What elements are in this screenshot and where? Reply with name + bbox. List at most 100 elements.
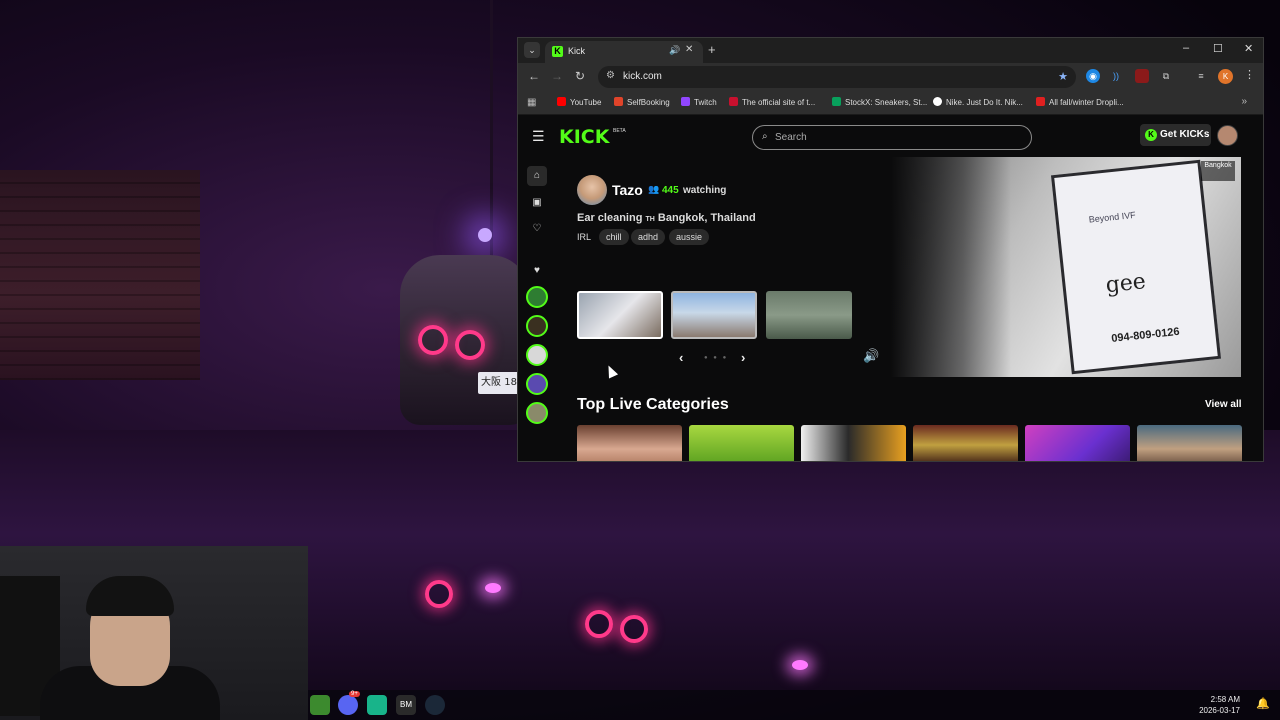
maximize-button[interactable]: ☐ — [1213, 42, 1223, 55]
discord-icon[interactable]: 9+ — [338, 691, 360, 715]
webcam-person-hair — [86, 576, 174, 616]
light-reflection — [792, 660, 808, 670]
discord-badge: 9+ — [349, 691, 360, 697]
bookmark-star-icon[interactable]: ★ — [1058, 70, 1068, 83]
browser-tab[interactable]: K Kick 🔊 ✕ — [545, 41, 703, 63]
flag-th-icon: TH — [645, 216, 655, 223]
background-building — [0, 170, 200, 380]
bookmark-official-site[interactable]: The official site of t... — [729, 97, 815, 107]
recorder-extension-icon[interactable] — [1135, 69, 1149, 83]
carousel-thumbnail[interactable] — [671, 291, 757, 339]
stream-tag[interactable]: chill — [599, 229, 629, 245]
street-lamp — [478, 228, 492, 242]
browser-menu-icon[interactable]: ⋮ — [1244, 68, 1255, 81]
hamburger-menu-icon[interactable]: ☰ — [532, 128, 545, 145]
clock-time: 2:58 AM — [1210, 695, 1240, 704]
carousel-thumbnail[interactable] — [766, 291, 852, 339]
home-icon[interactable]: ⌂ — [527, 166, 547, 186]
followed-channel-avatar[interactable] — [526, 286, 548, 308]
browser-window: ⌄ K Kick 🔊 ✕ + – ☐ ✕ ← → ↻ ⚙ kick.com ★ … — [517, 37, 1264, 462]
light-reflection — [425, 580, 453, 608]
followed-channel-avatar[interactable] — [526, 315, 548, 337]
new-tab-button[interactable]: + — [708, 42, 716, 57]
light-reflection — [620, 615, 648, 643]
tab-search-button[interactable]: ⌄ — [524, 42, 540, 58]
user-avatar[interactable] — [1217, 125, 1238, 146]
browse-icon[interactable]: ▣ — [527, 193, 547, 213]
car-tail-light — [455, 330, 485, 360]
get-kicks-label: Get KICKs — [1160, 129, 1210, 140]
address-bar[interactable]: ⚙ kick.com ★ — [598, 66, 1076, 88]
minimize-button[interactable]: – — [1183, 42, 1189, 54]
carousel-prev-icon[interactable]: ‹ — [679, 350, 683, 365]
category-card[interactable] — [1025, 425, 1130, 461]
bm-app-icon[interactable]: BM — [396, 695, 416, 715]
bookmark-label: All fall/winter Dropli... — [1049, 98, 1124, 107]
extensions-puzzle-icon[interactable]: ⧉ — [1159, 69, 1173, 83]
audio-extension-icon[interactable]: )) — [1109, 69, 1123, 83]
bookmarks-overflow-icon[interactable]: » — [1241, 96, 1247, 107]
bookmark-selfbooking[interactable]: SelfBooking — [614, 97, 670, 107]
webcam-overlay — [0, 546, 308, 720]
close-window-button[interactable]: ✕ — [1244, 42, 1253, 55]
featured-video-player[interactable]: Beyond IVF gee 094-809-0126 Bangkok — [891, 157, 1241, 377]
carousel-next-icon[interactable]: › — [741, 350, 745, 365]
carousel-dots: ● ● ● — [704, 355, 729, 361]
selfbooking-icon — [614, 97, 623, 106]
beta-badge: BETA — [613, 128, 626, 134]
profile-avatar[interactable]: K — [1218, 69, 1233, 84]
tab-audio-icon[interactable]: 🔊 — [669, 45, 680, 56]
notification-bell-icon[interactable]: 🔔 — [1256, 697, 1270, 711]
category-card[interactable] — [689, 425, 794, 461]
kick-logo[interactable]: KICK — [559, 126, 609, 148]
nba-icon — [729, 97, 738, 106]
search-icon: ⌕ — [762, 131, 768, 142]
following-heart-icon[interactable]: ♡ — [527, 219, 547, 239]
back-arrow-icon[interactable]: ← — [528, 69, 540, 83]
steam-icon[interactable] — [425, 695, 445, 715]
system-clock[interactable]: 2:58 AM 2026-03-17 — [1199, 694, 1240, 716]
stream-category[interactable]: IRL — [577, 232, 591, 242]
category-card[interactable] — [577, 425, 682, 461]
category-card[interactable] — [913, 425, 1018, 461]
nav-bar: ← → ↻ ⚙ kick.com ★ ◉ )) ⧉ ≡ K ⋮ — [518, 63, 1263, 91]
followed-channel-avatar[interactable] — [526, 373, 548, 395]
apps-grid-icon[interactable]: ▦ — [527, 97, 536, 108]
minecraft-icon[interactable] — [310, 695, 330, 715]
tab-close-icon[interactable]: ✕ — [685, 44, 693, 55]
category-card[interactable] — [801, 425, 906, 461]
streamer-avatar[interactable] — [577, 175, 607, 205]
bookmark-stockx[interactable]: StockX: Sneakers, St... — [832, 97, 927, 107]
title-bar: ⌄ K Kick 🔊 ✕ + – ☐ ✕ — [518, 38, 1263, 63]
site-info-icon[interactable]: ⚙ — [606, 70, 615, 81]
carousel-thumbnail[interactable] — [577, 291, 663, 339]
followed-channel-avatar[interactable] — [526, 402, 548, 424]
stream-tag[interactable]: aussie — [669, 229, 710, 245]
view-all-link[interactable]: View all — [1205, 399, 1242, 410]
sign-phone-text: 094-809-0126 — [1110, 325, 1181, 345]
kick-header: ☰ KICK BETA ⌕ Search K Get KICKs — [518, 115, 1263, 157]
volume-icon[interactable]: 🔊 — [863, 348, 879, 364]
reload-icon[interactable]: ↻ — [575, 69, 585, 83]
get-kicks-button[interactable]: K Get KICKs — [1140, 124, 1211, 146]
followed-channel-avatar[interactable] — [526, 344, 548, 366]
app-icon[interactable] — [367, 695, 387, 715]
bookmark-nike[interactable]: Nike. Just Do It. Nik... — [933, 97, 1023, 107]
forward-arrow-icon[interactable]: → — [551, 69, 563, 83]
bookmark-youtube[interactable]: YouTube — [557, 97, 601, 107]
search-input[interactable]: ⌕ Search — [752, 125, 1032, 150]
bookmark-label: StockX: Sneakers, St... — [845, 98, 928, 107]
category-card[interactable] — [1137, 425, 1242, 461]
stream-tag[interactable]: adhd — [631, 229, 666, 245]
streamer-name[interactable]: Tazo — [612, 182, 643, 198]
bookmark-twitch[interactable]: Twitch — [681, 97, 717, 107]
media-controls-icon[interactable]: ≡ — [1194, 69, 1208, 83]
bookmark-label: Twitch — [694, 98, 717, 107]
viewer-count: 445 — [662, 185, 679, 196]
bookmark-droplist[interactable]: All fall/winter Dropli... — [1036, 97, 1124, 107]
extension-icon[interactable]: ◉ — [1086, 69, 1100, 83]
clock-date: 2026-03-17 — [1199, 706, 1240, 715]
kicks-coin-icon: K — [1145, 129, 1157, 141]
bookmark-label: YouTube — [570, 98, 602, 107]
bookmarks-bar: ▦ YouTube SelfBooking Twitch The officia… — [518, 91, 1263, 115]
